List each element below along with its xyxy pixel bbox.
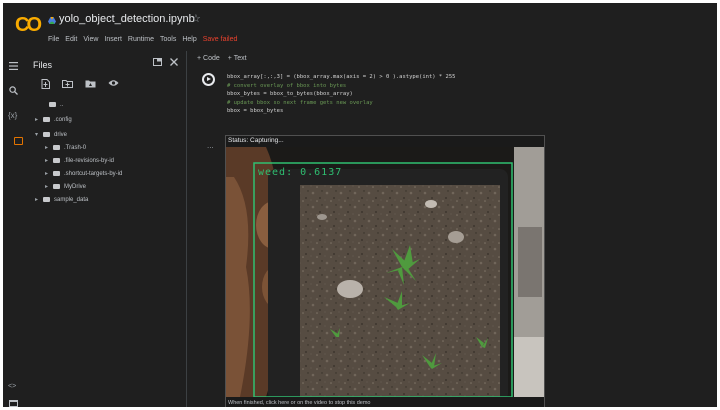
add-code-button[interactable]: + Code <box>197 55 220 62</box>
upload-icon[interactable] <box>41 79 50 89</box>
caret-icon: ▾ <box>35 132 39 138</box>
insert-toolbar: + Code + Text <box>197 55 247 62</box>
tree-item-label: MyDrive <box>64 183 86 190</box>
add-text-button[interactable]: + Text <box>228 55 247 62</box>
folder-icon <box>53 171 60 176</box>
folder-icon <box>43 197 50 202</box>
close-icon[interactable] <box>170 58 178 67</box>
caret-icon: ▸ <box>45 145 49 151</box>
header: CO yolo_object_detection.ipynb ☆ File Ed… <box>3 3 717 51</box>
stop-demo-caption[interactable]: When finished, click here or on the vide… <box>228 400 370 406</box>
caret-icon: ▸ <box>35 197 39 203</box>
notebook-area: + Code + Text bbox_array[:,:,3] = (bbox_… <box>187 51 717 407</box>
folder-icon <box>53 158 60 163</box>
colab-logo: CO <box>15 14 42 36</box>
variables-icon[interactable]: {x} <box>8 111 17 120</box>
tree-item-label: .Trash-0 <box>64 144 87 151</box>
menu-runtime[interactable]: Runtime <box>128 36 154 43</box>
cell-output: Status: Capturing... weed: 0.6137 When f… <box>225 135 545 407</box>
caret-icon: ▸ <box>35 117 39 123</box>
tree-item-shortcut-targets[interactable]: ▸ .shortcut-targets-by-id <box>45 168 122 179</box>
menu-icon[interactable] <box>9 62 18 70</box>
tree-item-label: sample_data <box>54 196 89 203</box>
files-panel-title: Files <box>33 60 53 70</box>
folder-icon <box>49 102 56 107</box>
files-toolbar <box>41 79 119 89</box>
folder-icon <box>43 132 50 137</box>
run-cell-button[interactable] <box>202 73 215 86</box>
capture-status: Status: Capturing... <box>228 137 284 144</box>
tree-item-label: .. <box>60 101 64 108</box>
folder-icon <box>53 184 60 189</box>
caret-icon: ▸ <box>45 158 49 164</box>
open-in-tab-icon[interactable] <box>153 58 163 67</box>
code-line: bbox_bytes = bbox_to_bytes(bbox_array) <box>227 91 353 98</box>
code-comment: # convert overlay of bbox into bytes <box>227 82 347 89</box>
folder-icon <box>53 145 60 150</box>
detection-label: weed: 0.6137 <box>258 167 342 178</box>
code-line: bbox_array[:,:,3] = (bbox_array.max(axis… <box>227 74 456 80</box>
colab-window: CO yolo_object_detection.ipynb ☆ File Ed… <box>3 3 717 407</box>
tree-item-sample-data[interactable]: ▸ sample_data <box>35 194 88 205</box>
folder-icon <box>43 117 50 122</box>
menu-edit[interactable]: Edit <box>65 36 77 43</box>
left-rail: {x} <> <box>3 51 27 407</box>
tree-item-label: drive <box>54 131 68 138</box>
code-icon[interactable]: <> <box>8 383 16 390</box>
menu-bar: File Edit View Insert Runtime Tools Help… <box>48 36 237 43</box>
tree-item-parent[interactable]: .. <box>41 99 63 110</box>
star-icon[interactable]: ☆ <box>191 12 201 25</box>
files-panel: Files .. ▸ .config ▾ drive ▸ .Trash-0 ▸ … <box>27 51 187 407</box>
files-panel-actions <box>153 57 178 68</box>
menu-view[interactable]: View <box>83 36 98 43</box>
tree-item-label: .file-revisions-by-id <box>64 157 115 164</box>
menu-file[interactable]: File <box>48 36 59 43</box>
tree-item-config[interactable]: ▸ .config <box>35 114 72 125</box>
save-status[interactable]: Save failed <box>203 36 238 43</box>
output-menu-icon[interactable]: ... <box>207 141 214 150</box>
tree-item-file-revisions[interactable]: ▸ .file-revisions-by-id <box>45 155 114 166</box>
caret-icon: ▸ <box>45 184 49 190</box>
code-cell[interactable]: bbox_array[:,:,3] = (bbox_array.max(axis… <box>227 73 547 116</box>
drive-icon <box>48 17 56 24</box>
folder-icon[interactable] <box>14 137 23 145</box>
menu-insert[interactable]: Insert <box>104 36 122 43</box>
mount-drive-icon[interactable] <box>85 79 96 88</box>
terminal-icon[interactable] <box>9 400 18 407</box>
tree-item-mydrive[interactable]: ▸ MyDrive <box>45 181 86 192</box>
new-folder-icon[interactable] <box>62 79 73 88</box>
tree-item-label: .config <box>54 116 72 123</box>
notebook-title[interactable]: yolo_object_detection.ipynb <box>59 13 195 25</box>
webcam-video[interactable]: weed: 0.6137 <box>226 147 544 397</box>
menu-help[interactable]: Help <box>182 36 196 43</box>
tree-item-drive[interactable]: ▾ drive <box>35 129 67 140</box>
tree-item-trash[interactable]: ▸ .Trash-0 <box>45 142 86 153</box>
menu-tools[interactable]: Tools <box>160 36 176 43</box>
code-line: bbox = bbox_bytes <box>227 108 284 115</box>
tree-item-label: .shortcut-targets-by-id <box>64 170 123 177</box>
caret-icon: ▸ <box>45 171 49 177</box>
search-icon[interactable] <box>9 86 18 95</box>
hidden-files-icon[interactable] <box>108 79 119 87</box>
code-comment: # update bbox so next frame gets new ove… <box>227 99 373 106</box>
